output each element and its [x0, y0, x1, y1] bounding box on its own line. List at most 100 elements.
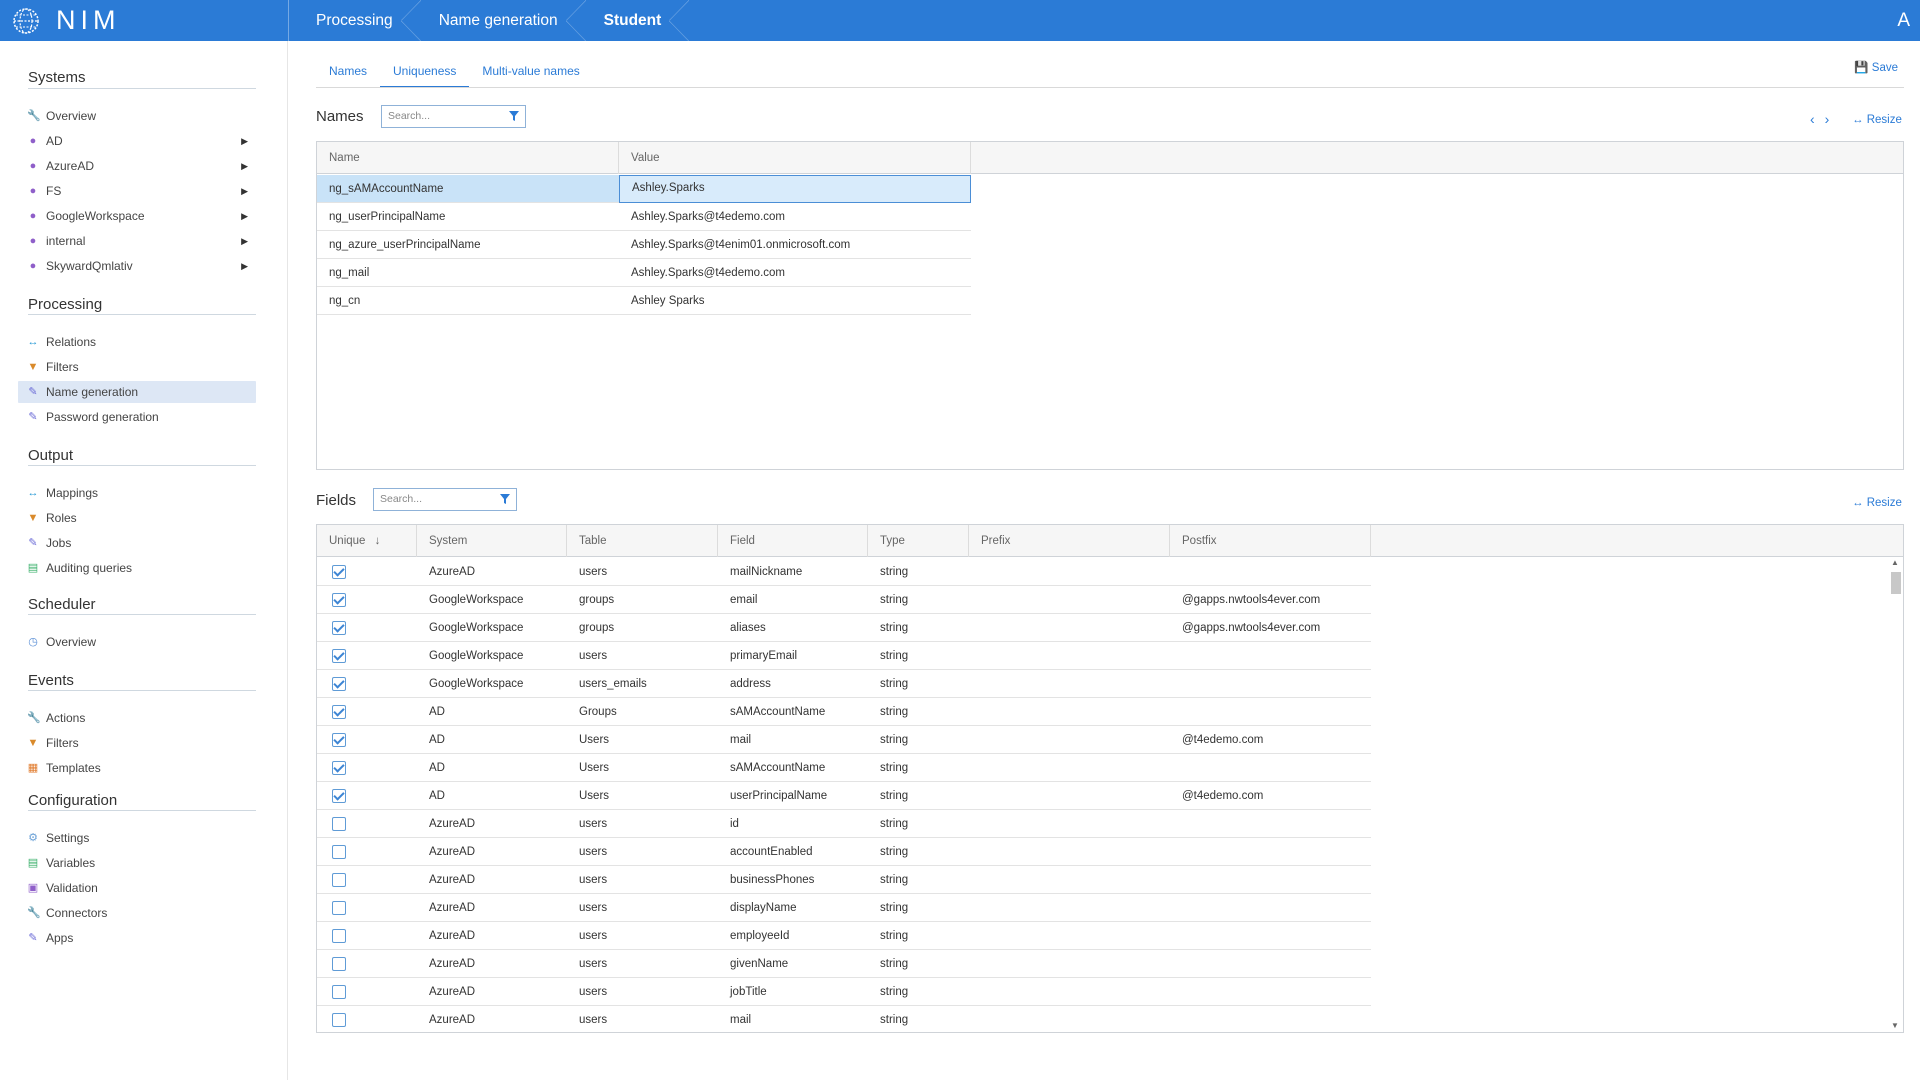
prefix-cell[interactable] — [969, 838, 1170, 866]
prefix-cell[interactable] — [969, 782, 1170, 810]
value-cell[interactable]: Ashley.Sparks@t4edemo.com — [619, 259, 971, 287]
table-cell[interactable]: users — [567, 838, 718, 866]
table-cell[interactable]: users — [567, 642, 718, 670]
field-cell[interactable]: address — [718, 670, 868, 698]
fields-col-field[interactable]: Field — [718, 525, 868, 557]
table-cell[interactable]: users_emails — [567, 670, 718, 698]
sidebar-item-password-generation[interactable]: ✎ Password generation — [18, 406, 256, 428]
expand-arrow-icon[interactable]: ▶ — [241, 130, 248, 152]
prefix-cell[interactable] — [969, 894, 1170, 922]
sidebar-item-templates[interactable]: ▦ Templates — [18, 757, 256, 779]
table-row[interactable]: ng_mail Ashley.Sparks@t4edemo.com — [317, 259, 971, 287]
scroll-thumb[interactable] — [1891, 572, 1901, 594]
tab-names[interactable]: Names — [316, 58, 380, 88]
type-cell[interactable]: string — [868, 586, 969, 614]
sidebar-item-apps[interactable]: ✎ Apps — [18, 927, 256, 949]
table-cell[interactable]: users — [567, 810, 718, 838]
table-row[interactable]: GoogleWorkspace users_emails address string — [317, 670, 1371, 698]
sidebar-item-variables[interactable]: ▤ Variables — [18, 852, 256, 874]
postfix-cell[interactable] — [1170, 838, 1371, 866]
unique-checkbox[interactable] — [332, 733, 346, 747]
field-cell[interactable]: displayName — [718, 894, 868, 922]
sidebar-item-overview[interactable]: ◷ Overview — [18, 631, 256, 653]
prefix-cell[interactable] — [969, 614, 1170, 642]
table-row[interactable]: AzureAD users mailNickname string — [317, 558, 1371, 586]
table-row[interactable]: AzureAD users jobTitle string — [317, 978, 1371, 1006]
prefix-cell[interactable] — [969, 670, 1170, 698]
system-cell[interactable]: AD — [417, 726, 567, 754]
sidebar-item-actions[interactable]: 🔧 Actions — [18, 707, 256, 729]
expand-arrow-icon[interactable]: ▶ — [241, 180, 248, 202]
table-cell[interactable]: Users — [567, 782, 718, 810]
type-cell[interactable]: string — [868, 558, 969, 586]
table-row[interactable]: ng_cn Ashley Sparks — [317, 287, 971, 315]
fields-col-system[interactable]: System — [417, 525, 567, 557]
user-avatar[interactable]: A — [1897, 0, 1910, 41]
type-cell[interactable]: string — [868, 978, 969, 1006]
postfix-cell[interactable] — [1170, 866, 1371, 894]
type-cell[interactable]: string — [868, 642, 969, 670]
fields-col-prefix[interactable]: Prefix — [969, 525, 1170, 557]
table-row[interactable]: AD Users mail string @t4edemo.com — [317, 726, 1371, 754]
prefix-cell[interactable] — [969, 950, 1170, 978]
postfix-cell[interactable] — [1170, 894, 1371, 922]
table-row[interactable]: AD Groups sAMAccountName string — [317, 698, 1371, 726]
unique-checkbox[interactable] — [332, 565, 346, 579]
table-cell[interactable]: users — [567, 558, 718, 586]
value-cell[interactable]: Ashley Sparks — [619, 287, 971, 315]
unique-checkbox[interactable] — [332, 873, 346, 887]
sidebar-item-ad[interactable]: ● AD ▶ — [18, 130, 256, 152]
prefix-cell[interactable] — [969, 698, 1170, 726]
table-row[interactable]: GoogleWorkspace users primaryEmail string — [317, 642, 1371, 670]
field-cell[interactable]: mailNickname — [718, 558, 868, 586]
system-cell[interactable]: AzureAD — [417, 558, 567, 586]
table-row[interactable]: GoogleWorkspace groups aliases string @gapps… — [317, 614, 1371, 642]
unique-checkbox[interactable] — [332, 621, 346, 635]
names-col-name[interactable]: Name — [317, 142, 619, 174]
unique-checkbox[interactable] — [332, 901, 346, 915]
type-cell[interactable]: string — [868, 838, 969, 866]
fields-scrollbar[interactable]: ▲ ▼ — [1889, 558, 1901, 1032]
table-cell[interactable]: users — [567, 978, 718, 1006]
sidebar-item-googleworkspace[interactable]: ● GoogleWorkspace ▶ — [18, 205, 256, 227]
field-cell[interactable]: jobTitle — [718, 978, 868, 1006]
postfix-cell[interactable]: @t4edemo.com — [1170, 726, 1371, 754]
table-row[interactable]: AzureAD users givenName string — [317, 950, 1371, 978]
table-row[interactable]: AzureAD users employeeId string — [317, 922, 1371, 950]
unique-checkbox[interactable] — [332, 985, 346, 999]
breadcrumb-name-generation[interactable]: Name generation — [411, 0, 586, 41]
sidebar-item-name-generation[interactable]: ✎ Name generation — [18, 381, 256, 403]
postfix-cell[interactable]: @gapps.nwtools4ever.com — [1170, 586, 1371, 614]
postfix-cell[interactable] — [1170, 754, 1371, 782]
unique-checkbox[interactable] — [332, 649, 346, 663]
unique-checkbox[interactable] — [332, 929, 346, 943]
unique-checkbox[interactable] — [332, 761, 346, 775]
prefix-cell[interactable] — [969, 978, 1170, 1006]
sidebar-item-relations[interactable]: ↔ Relations — [18, 331, 256, 353]
table-row[interactable]: AzureAD users mail string — [317, 1006, 1371, 1032]
type-cell[interactable]: string — [868, 670, 969, 698]
filter-icon[interactable] — [508, 110, 520, 122]
table-row[interactable]: AzureAD users id string — [317, 810, 1371, 838]
chevron-left-icon[interactable]: ‹ — [1810, 111, 1815, 127]
sidebar-item-internal[interactable]: ● internal ▶ — [18, 230, 256, 252]
system-cell[interactable]: GoogleWorkspace — [417, 670, 567, 698]
field-cell[interactable]: givenName — [718, 950, 868, 978]
value-cell[interactable]: Ashley.Sparks — [619, 175, 971, 203]
sidebar-item-azuread[interactable]: ● AzureAD ▶ — [18, 155, 256, 177]
fields-col-table[interactable]: Table — [567, 525, 718, 557]
table-cell[interactable]: users — [567, 866, 718, 894]
type-cell[interactable]: string — [868, 726, 969, 754]
fields-search-input[interactable]: Search... — [373, 488, 517, 511]
table-row[interactable]: GoogleWorkspace groups email string @gapps.n… — [317, 586, 1371, 614]
unique-checkbox[interactable] — [332, 1013, 346, 1027]
postfix-cell[interactable] — [1170, 810, 1371, 838]
unique-checkbox[interactable] — [332, 705, 346, 719]
postfix-cell[interactable]: @gapps.nwtools4ever.com — [1170, 614, 1371, 642]
expand-arrow-icon[interactable]: ▶ — [241, 255, 248, 277]
table-row[interactable]: ng_sAMAccountName Ashley.Sparks — [317, 175, 971, 203]
system-cell[interactable]: AD — [417, 754, 567, 782]
sidebar-item-jobs[interactable]: ✎ Jobs — [18, 532, 256, 554]
field-cell[interactable]: businessPhones — [718, 866, 868, 894]
names-col-value[interactable]: Value — [619, 142, 971, 174]
